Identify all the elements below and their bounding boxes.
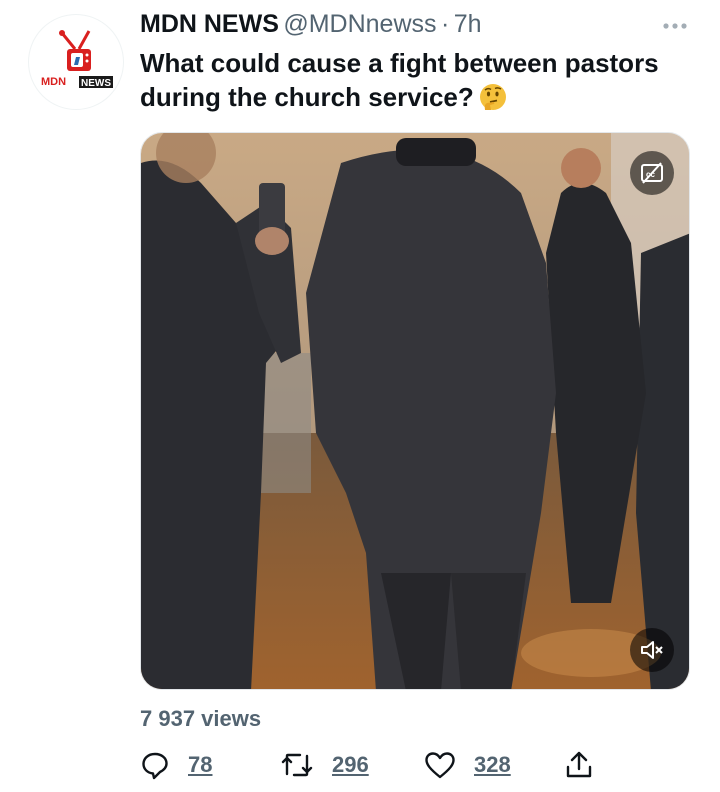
retweet-button[interactable]: 296 bbox=[280, 748, 369, 782]
avatar[interactable]: MDN NEWS bbox=[28, 14, 124, 110]
speaker-muted-icon bbox=[641, 641, 663, 659]
reply-icon bbox=[142, 752, 168, 780]
like-count[interactable]: 328 bbox=[474, 752, 511, 778]
tweet-header: MDN NEWS @MDNnewss · 7h bbox=[140, 10, 700, 44]
mdn-news-logo: MDN NEWS bbox=[41, 30, 113, 89]
logo-text-right: NEWS bbox=[81, 78, 111, 89]
views-text: 7 937 views bbox=[140, 706, 262, 731]
view-count: 7 937 views bbox=[140, 706, 261, 732]
display-name[interactable]: MDN NEWS bbox=[140, 10, 279, 38]
reply-button[interactable]: 78 bbox=[140, 748, 212, 782]
tweet-text: What could cause a fight between pastors… bbox=[140, 46, 710, 114]
closed-captions-icon: cc bbox=[641, 162, 663, 184]
tweet-body: What could cause a fight between pastors… bbox=[140, 48, 659, 112]
tweet-actions: 78 296 328 bbox=[140, 748, 660, 782]
logo-text-left: MDN bbox=[41, 76, 66, 88]
user-handle[interactable]: @MDNnewss bbox=[283, 10, 436, 38]
separator-dot: · bbox=[440, 10, 450, 38]
video-frame bbox=[141, 133, 689, 689]
retweet-count[interactable]: 296 bbox=[332, 752, 369, 778]
thinking-face-icon bbox=[479, 84, 506, 110]
timestamp[interactable]: 7h bbox=[454, 10, 482, 38]
retweet-icon bbox=[281, 753, 313, 777]
share-button[interactable] bbox=[564, 748, 594, 782]
reply-count[interactable]: 78 bbox=[188, 752, 212, 778]
more-options-icon[interactable] bbox=[660, 16, 690, 36]
like-button[interactable]: 328 bbox=[424, 748, 511, 782]
captions-button[interactable]: cc bbox=[630, 151, 674, 195]
heart-icon bbox=[425, 752, 455, 779]
share-icon bbox=[566, 751, 592, 778]
video-player[interactable]: cc bbox=[140, 132, 690, 690]
unmute-button[interactable] bbox=[630, 628, 674, 672]
